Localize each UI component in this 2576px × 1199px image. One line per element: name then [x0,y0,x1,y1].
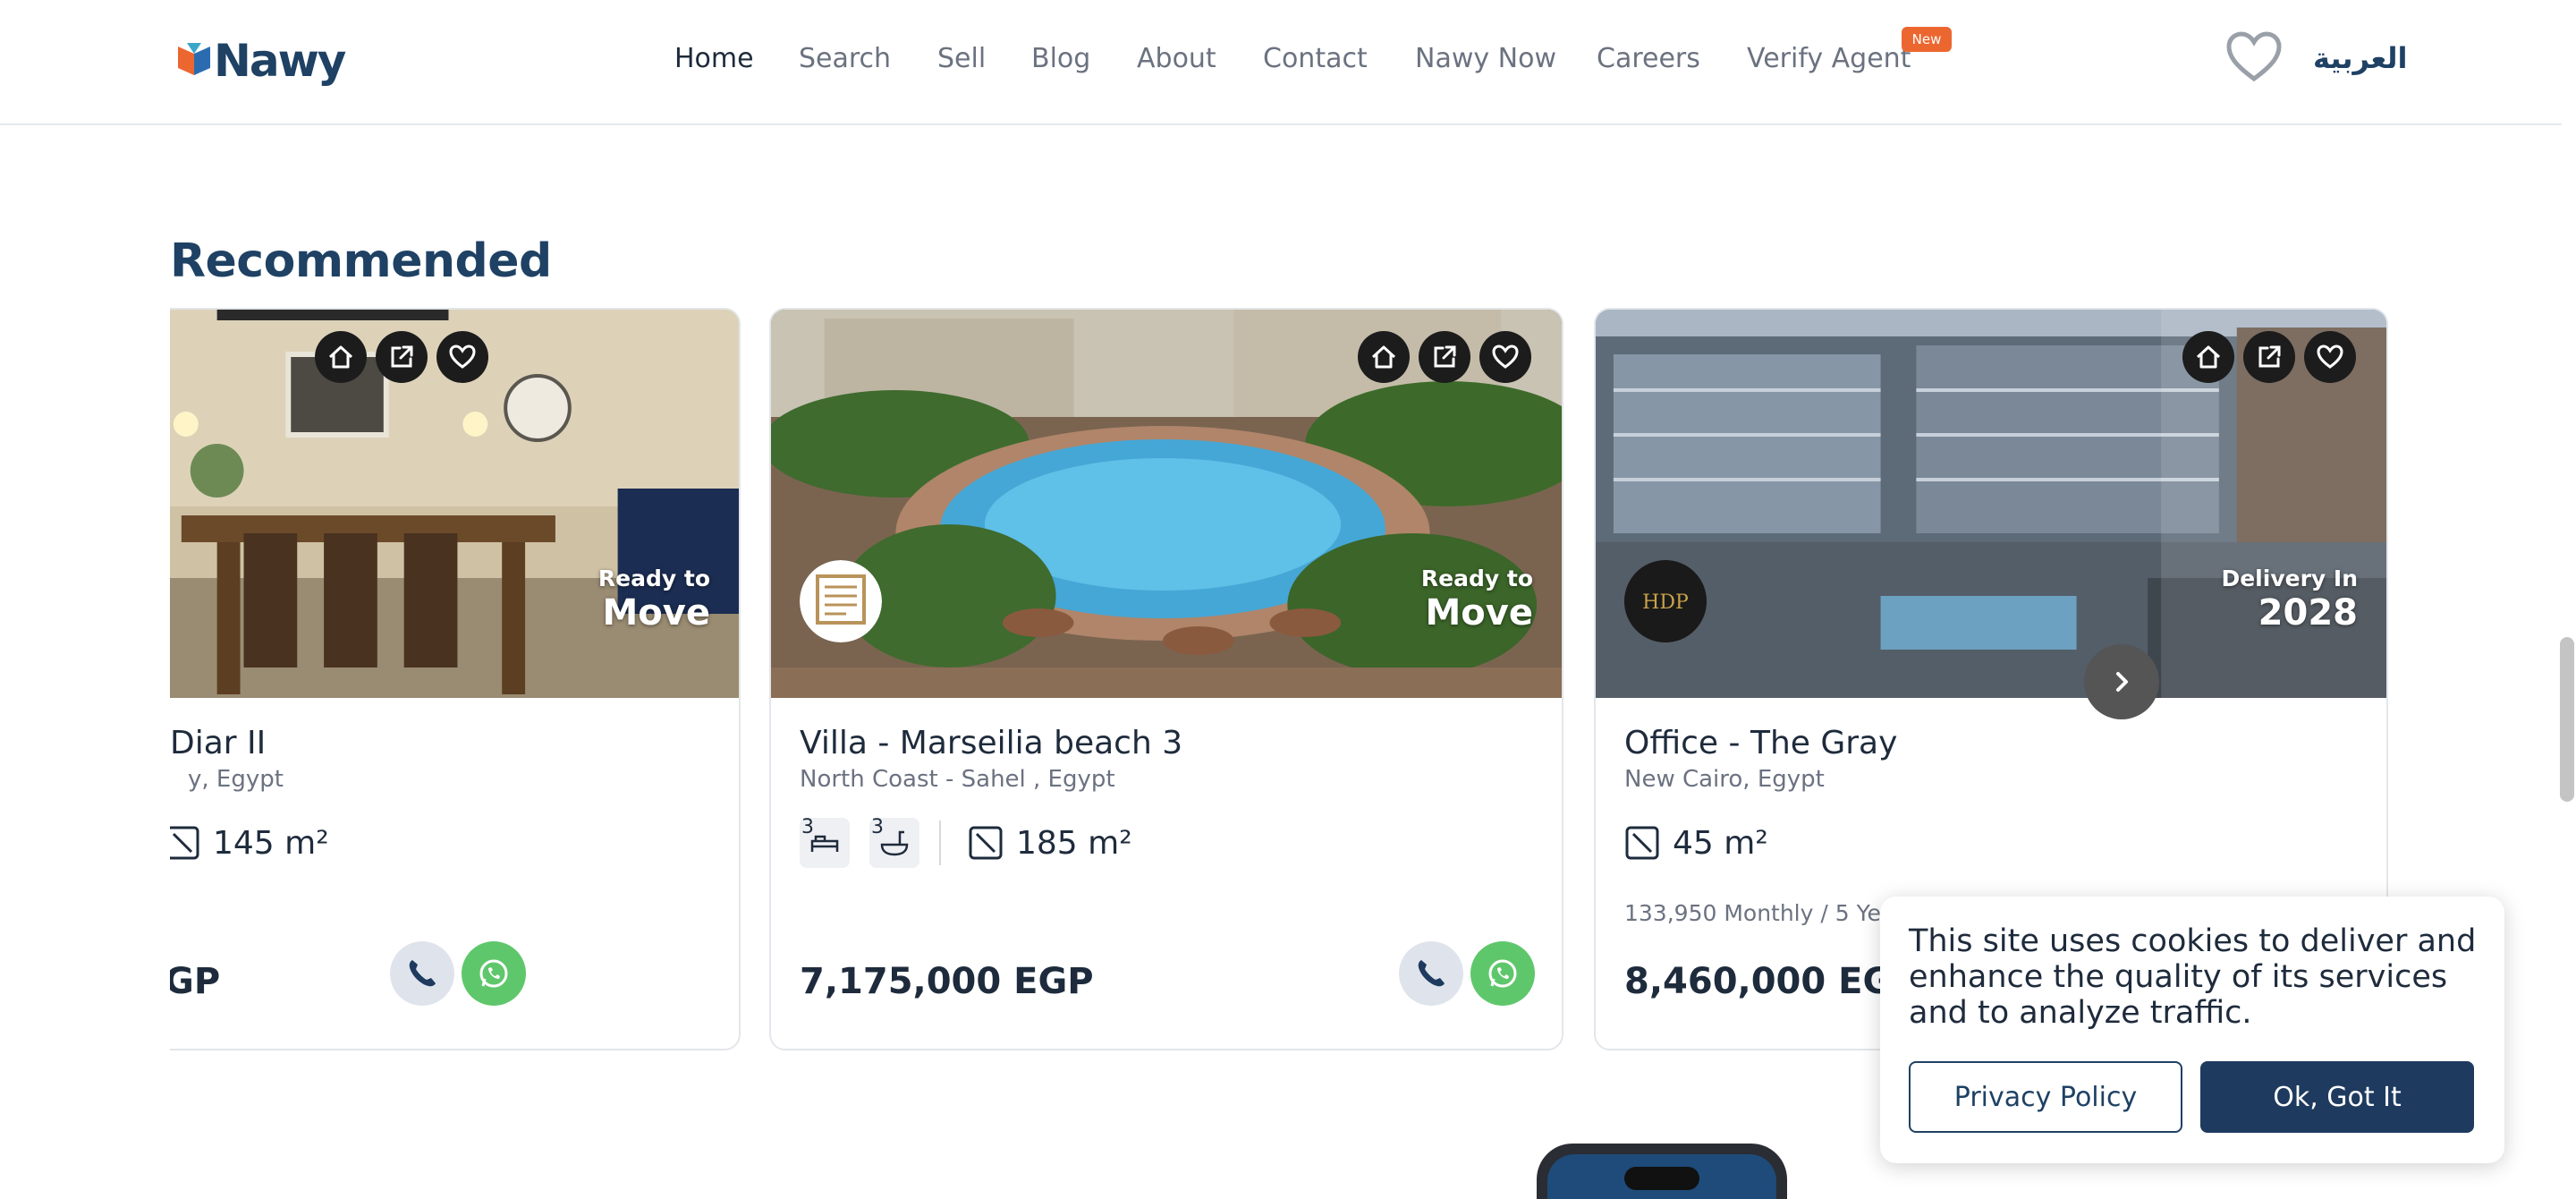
home-icon[interactable] [1358,331,1410,383]
status-small: Ready to [597,565,710,591]
area-icon [969,826,1003,860]
whatsapp-button[interactable] [1470,941,1535,1006]
bathrooms-icon: 3 [869,816,919,868]
carousel-next-button[interactable] [2084,644,2159,719]
property-price: GP [170,961,221,1002]
property-title[interactable]: Office - The Gray [1624,725,1897,761]
nawy-logo[interactable]: Nawy [176,34,348,88]
status-label: Ready to Move [1421,565,1533,634]
area-value: 45 m² [1673,824,1768,862]
area-value: 145 m² [213,824,329,862]
chevron-right-icon [2116,672,2128,692]
privacy-policy-button[interactable]: Privacy Policy [1909,1061,2182,1133]
property-card[interactable]: Ready to Move Diar II y, Egypt 145 m² GP [170,308,741,1050]
favorite-heart-icon[interactable] [1479,331,1531,383]
status-small: Delivery In [2221,565,2358,591]
status-big: 2028 [2258,592,2358,634]
bathrooms-count: 3 [871,816,884,838]
property-price: 7,175,000 EGP [800,961,1094,1002]
developer-logo-text: HDP [1642,591,1689,614]
whatsapp-icon [479,959,508,988]
share-icon[interactable] [2243,331,2295,383]
home-icon[interactable] [315,331,367,383]
nav-home[interactable]: Home [674,43,754,74]
property-specs: 145 m² [170,818,329,868]
accept-cookies-button[interactable]: Ok, Got It [2200,1061,2474,1133]
phone-call-button[interactable] [1399,941,1463,1006]
nawy-logo-icon [178,43,210,75]
share-icon[interactable] [376,331,428,383]
area-icon [1625,826,1659,860]
favorites-heart-icon[interactable] [2225,30,2283,84]
favorite-heart-icon[interactable] [436,331,488,383]
nav-sell[interactable]: Sell [937,43,986,74]
site-header: Nawy Home Search Sell Blog About Contact… [0,0,2562,125]
phone-icon [409,960,436,987]
logo-text: Nawy [214,35,346,87]
nav-about[interactable]: About [1137,43,1216,74]
status-big: Move [602,592,711,634]
property-location: y, Egypt [188,766,284,793]
phone-call-button[interactable] [390,941,454,1006]
area-icon [170,826,199,860]
nav-search[interactable]: Search [799,43,891,74]
nav-contact[interactable]: Contact [1263,43,1368,74]
property-title[interactable]: Villa - Marseilia beach 3 [800,725,1182,761]
nav-verify-agent[interactable]: Verify Agent [1747,43,1911,74]
status-label: Ready to Move [598,565,710,634]
property-location: North Coast - Sahel , Egypt [800,766,1115,793]
app-phone-mockup-image [1535,1142,1789,1199]
phone-icon [1418,960,1445,987]
property-specs: 45 m² [1624,818,1768,868]
developer-logo[interactable] [800,560,882,642]
favorite-heart-icon[interactable] [2304,331,2356,383]
spec-divider [939,821,941,865]
bedrooms-icon: 3 [800,816,850,868]
area-value: 185 m² [1016,824,1132,862]
home-icon[interactable] [2182,331,2234,383]
nav-careers[interactable]: Careers [1597,43,1700,74]
section-title: Recommended [170,234,552,288]
nav-blog[interactable]: Blog [1031,43,1090,74]
page-scrollbar[interactable] [2560,637,2574,802]
bedrooms-count: 3 [801,816,814,838]
share-icon[interactable] [1419,331,1470,383]
cookie-message: This site uses cookies to deliver and en… [1909,923,2477,1031]
property-location: New Cairo, Egypt [1624,766,1825,793]
new-badge: New [1902,27,1952,52]
nav-nawy-now[interactable]: Nawy Now [1415,43,1556,74]
language-switch[interactable]: العربية [2313,41,2407,75]
whatsapp-button[interactable] [462,941,526,1006]
monthly-installment: 133,950 Monthly / 5 Years [1624,900,1916,926]
status-small: Ready to [1420,565,1533,591]
whatsapp-icon [1488,959,1517,988]
property-price: 8,460,000 EGP [1624,961,1919,1002]
status-label: Delivery In 2028 [2221,565,2358,634]
property-title[interactable]: Diar II [170,725,266,761]
property-specs: 3 3 185 m² [800,816,1132,868]
property-card[interactable]: Ready to Move Villa - Marseilia beach 3 … [769,308,1563,1050]
status-big: Move [1425,592,1534,634]
developer-logo[interactable]: HDP [1624,560,1707,642]
cookie-banner: This site uses cookies to deliver and en… [1880,897,2504,1163]
